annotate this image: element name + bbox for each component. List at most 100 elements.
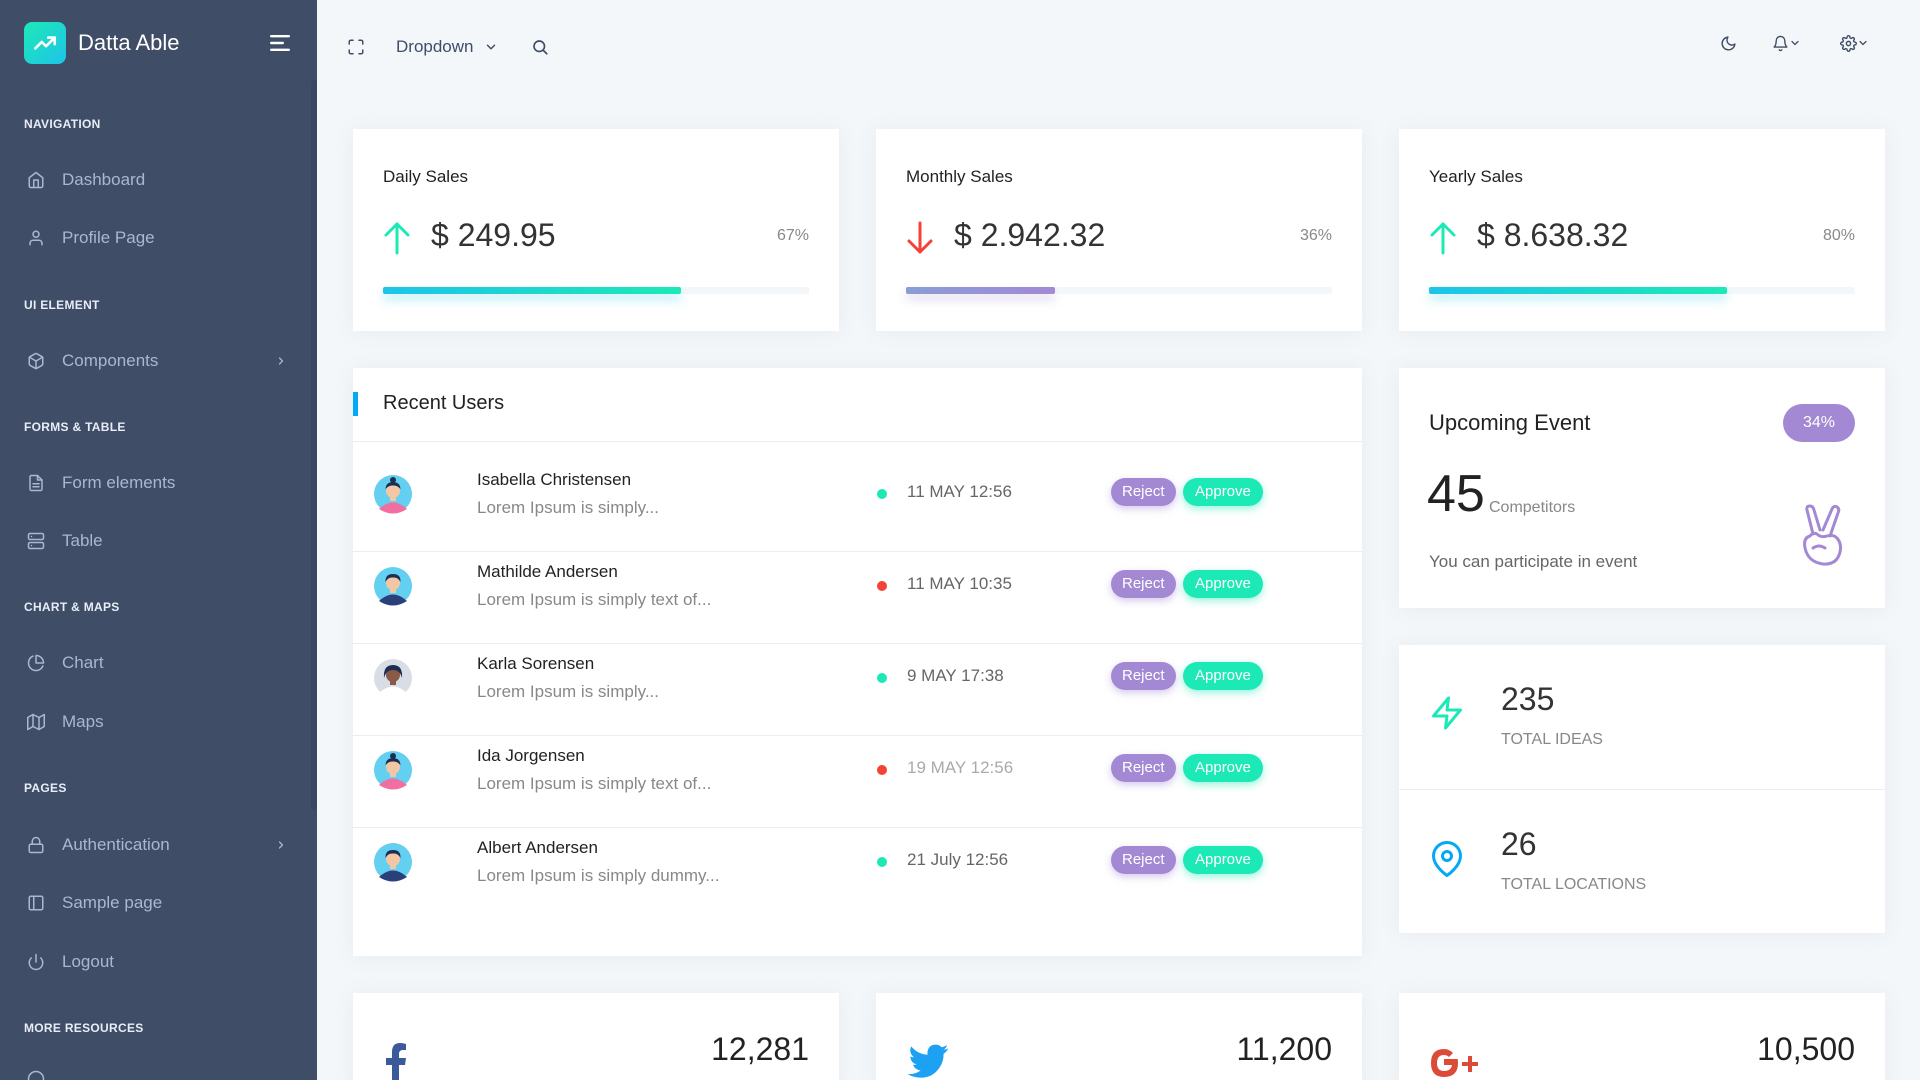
status-dot-red — [877, 581, 887, 591]
user-name: Mathilde Andersen — [477, 562, 618, 581]
sales-progress — [383, 287, 809, 294]
search-icon[interactable] — [527, 34, 553, 60]
nav-caption-pages: PAGES — [24, 781, 67, 795]
facebook-icon — [386, 1043, 406, 1080]
chevron-right-icon — [271, 835, 291, 855]
reject-button[interactable]: Reject — [1111, 662, 1176, 690]
sidebar-item-profile-page[interactable]: Profile Page — [0, 215, 317, 261]
user-name: Karla Sorensen — [477, 654, 595, 673]
reject-button[interactable]: Reject — [1111, 754, 1176, 782]
social-value: 11,200 — [1236, 1031, 1333, 1067]
map-icon — [24, 710, 48, 734]
daily-sales-card: Daily Sales $ 249.95 67% — [353, 129, 839, 331]
menu-toggle-icon[interactable] — [268, 30, 294, 56]
event-title: Upcoming Event — [1429, 410, 1591, 435]
yearly-sales-card: Yearly Sales $ 8.638.32 80% — [1399, 129, 1885, 331]
sidebar-item-label: Authentication — [62, 835, 170, 854]
help-circle-icon — [24, 1067, 48, 1080]
sidebar-item-chart[interactable]: Chart — [0, 640, 317, 686]
sidebar-item-label: Dashboard — [62, 170, 146, 189]
sales-title: Daily Sales — [383, 167, 469, 186]
bell-icon — [1772, 35, 1789, 52]
sidebar-item-maps[interactable]: Maps — [0, 699, 317, 745]
approve-button[interactable]: Approve — [1183, 846, 1263, 874]
sidebar-item-label: Chart — [62, 653, 104, 672]
sidebar-item-label: Maps — [62, 712, 104, 731]
sidebar: Datta Able NAVIGATION Dashboard Profile … — [0, 0, 317, 1080]
moon-icon[interactable] — [1715, 30, 1741, 56]
sidebar-item-label: Profile Page — [62, 228, 155, 247]
progress-fill — [383, 287, 682, 294]
user-icon — [24, 226, 48, 250]
event-text: You can participate in event — [1429, 552, 1638, 571]
sidebar-item-components[interactable]: Components — [0, 338, 317, 384]
lock-icon — [24, 833, 48, 857]
sales-percent: 36% — [1299, 227, 1332, 244]
monthly-sales-card: Monthly Sales $ 2.942.32 36% — [876, 129, 1362, 331]
user-description: Lorem Ipsum is simply... — [477, 682, 660, 701]
card-title: Recent Users — [383, 392, 505, 414]
sidebar-item-table[interactable]: Table — [0, 518, 317, 564]
status-dot-green — [877, 673, 887, 683]
approve-button[interactable]: Approve — [1183, 570, 1263, 598]
sidebar-item-sample-page[interactable]: Sample page — [0, 880, 317, 926]
user-date: 19 MAY 12:56 — [907, 758, 1014, 777]
user-name: Isabella Christensen — [477, 470, 632, 489]
box-icon — [24, 349, 48, 373]
user-name: Albert Andersen — [477, 838, 598, 857]
header-dropdown[interactable]: Dropdown — [396, 34, 498, 60]
table-row: Ida Jorgensen Lorem Ipsum is simply text… — [353, 724, 1362, 816]
event-unit: Competitors — [1489, 499, 1576, 516]
social-value: 12,281 — [711, 1031, 809, 1067]
sidebar-item-label: Components — [62, 351, 159, 370]
approve-button[interactable]: Approve — [1183, 662, 1263, 690]
upcoming-event-card: Upcoming Event 34% 45 Competitors You ca… — [1399, 368, 1885, 608]
settings-icon — [1839, 34, 1857, 52]
notifications-button[interactable] — [1768, 30, 1804, 56]
divider — [1399, 789, 1885, 790]
sales-title: Monthly Sales — [906, 167, 1013, 186]
recent-users-card: Recent Users Isabella Christensen Lorem … — [353, 368, 1362, 956]
reject-button[interactable]: Reject — [1111, 478, 1176, 506]
sales-progress — [1429, 287, 1855, 294]
nav-caption-ui-element: UI ELEMENT — [24, 298, 100, 312]
approve-button[interactable]: Approve — [1183, 478, 1263, 506]
avatar — [373, 750, 413, 790]
reject-button[interactable]: Reject — [1111, 570, 1176, 598]
approve-button[interactable]: Approve — [1183, 754, 1263, 782]
chevron-down-icon — [484, 40, 498, 54]
event-badge: 34% — [1783, 404, 1855, 442]
power-icon — [24, 950, 48, 974]
sidebar-item-label: Sample page — [62, 893, 163, 912]
sales-percent: 67% — [776, 227, 809, 244]
pie-chart-icon — [24, 651, 48, 675]
sidebar-item-dashboard[interactable]: Dashboard — [0, 157, 317, 203]
nav-caption-more-resources: MORE RESOURCES — [24, 1021, 144, 1035]
status-dot-green — [877, 489, 887, 499]
progress-fill — [906, 287, 1056, 294]
settings-button[interactable] — [1836, 30, 1872, 56]
peace-hand-icon — [1803, 504, 1843, 566]
sidebar-item-more[interactable] — [0, 1056, 317, 1080]
brand[interactable]: Datta Able — [24, 22, 180, 64]
stat-value: 26 — [1501, 826, 1537, 862]
stats-card: 235 TOTAL IDEAS 26 TOTAL LOCATIONS — [1399, 645, 1885, 933]
user-name: Ida Jorgensen — [477, 746, 585, 765]
nav-caption-forms-table: FORMS & TABLE — [24, 420, 126, 434]
reject-button[interactable]: Reject — [1111, 846, 1176, 874]
user-description: Lorem Ipsum is simply text of... — [477, 774, 712, 793]
fullscreen-icon[interactable] — [343, 34, 369, 60]
user-date: 9 MAY 17:38 — [907, 666, 1004, 685]
sidebar-item-form-elements[interactable]: Form elements — [0, 460, 317, 506]
zap-icon — [1432, 696, 1462, 730]
dropdown-label: Dropdown — [396, 37, 474, 56]
stat-label: TOTAL IDEAS — [1501, 731, 1603, 748]
event-count: 45 — [1427, 465, 1485, 523]
social-value: 10,500 — [1757, 1031, 1855, 1067]
trend-up-icon — [24, 22, 66, 64]
sidebar-item-authentication[interactable]: Authentication — [0, 822, 317, 868]
sidebar-item-logout[interactable]: Logout — [0, 939, 317, 985]
progress-fill — [1429, 287, 1728, 294]
file-text-icon — [24, 471, 48, 495]
status-dot-green — [877, 857, 887, 867]
